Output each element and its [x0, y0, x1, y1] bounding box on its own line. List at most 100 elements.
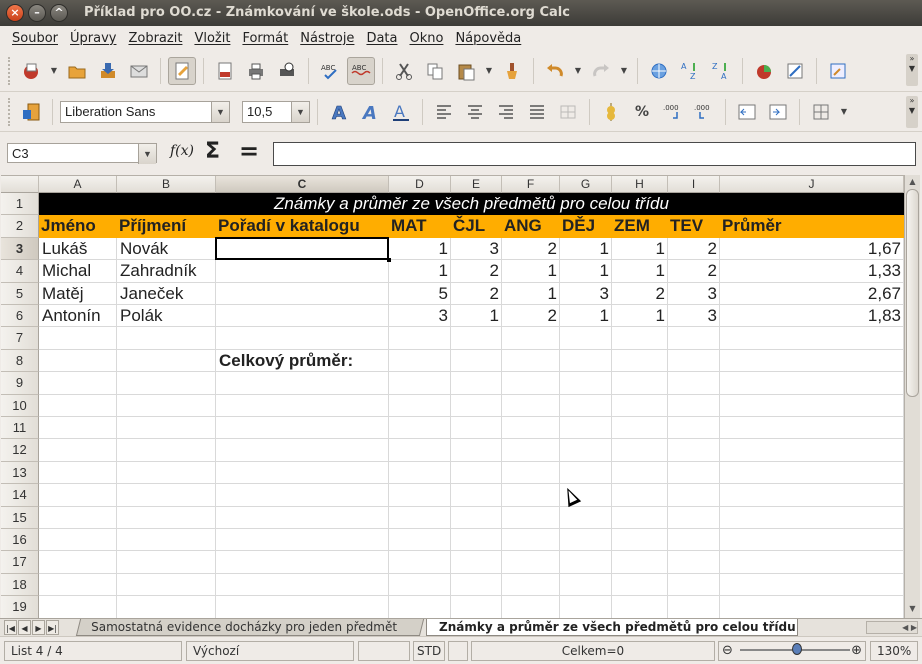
- print-preview-icon[interactable]: [273, 57, 301, 85]
- cell-average[interactable]: 1,33: [720, 260, 904, 282]
- row-header[interactable]: 3: [1, 237, 39, 261]
- redo-dropdown-icon[interactable]: ▼: [618, 57, 630, 85]
- menu-okno[interactable]: Okno: [403, 31, 449, 46]
- cell-grade[interactable]: 3: [668, 283, 720, 305]
- scroll-up-icon[interactable]: ▲: [905, 177, 920, 189]
- cell-average[interactable]: 1,83: [720, 305, 904, 327]
- cell-last-name[interactable]: Zahradník: [117, 260, 216, 282]
- menu-soubor[interactable]: Soubor: [6, 31, 64, 46]
- column-header[interactable]: B: [117, 176, 216, 193]
- spellcheck-icon[interactable]: ABC: [316, 57, 344, 85]
- cell-grade[interactable]: 1: [560, 260, 612, 282]
- row-header[interactable]: 4: [1, 260, 39, 283]
- tab-znamky-prumer[interactable]: Známky a průměr ze všech předmětů pro ce…: [426, 619, 798, 636]
- chart-icon[interactable]: [750, 57, 778, 85]
- email-icon[interactable]: [125, 57, 153, 85]
- row-header[interactable]: 16: [1, 529, 39, 552]
- row-header[interactable]: 14: [1, 484, 39, 507]
- function-button[interactable]: =: [239, 137, 259, 165]
- cell-average[interactable]: 1,67: [720, 238, 904, 260]
- toolbar-grip[interactable]: [8, 97, 14, 126]
- currency-icon[interactable]: [597, 98, 625, 126]
- menu-napoveda[interactable]: Nápověda: [449, 31, 527, 46]
- borders-dropdown-icon[interactable]: ▼: [838, 98, 850, 126]
- column-header[interactable]: E: [451, 176, 502, 193]
- column-header[interactable]: F: [502, 176, 560, 193]
- row-header[interactable]: 2: [1, 215, 39, 238]
- select-all-corner[interactable]: [1, 176, 39, 193]
- copy-icon[interactable]: [421, 57, 449, 85]
- cell-order[interactable]: [216, 305, 389, 327]
- column-header[interactable]: I: [668, 176, 720, 193]
- chevron-down-icon[interactable]: ▼: [291, 101, 309, 122]
- cell-grade[interactable]: 3: [560, 283, 612, 305]
- cell-grade[interactable]: 1: [560, 238, 612, 260]
- row-header[interactable]: 19: [1, 596, 39, 618]
- header-zem[interactable]: ZEM: [612, 215, 652, 237]
- row-header[interactable]: 13: [1, 461, 39, 485]
- menu-zobrazit[interactable]: Zobrazit: [122, 31, 188, 46]
- header-mat[interactable]: MAT: [389, 215, 429, 237]
- page-style-status[interactable]: Výchozí: [186, 641, 354, 661]
- font-size-select[interactable]: 10,5 ▼: [242, 100, 310, 123]
- save-icon[interactable]: [94, 57, 122, 85]
- row-header[interactable]: 17: [1, 551, 39, 574]
- column-header[interactable]: A: [39, 176, 117, 193]
- header-ang[interactable]: ANG: [502, 215, 544, 237]
- open-folder-icon[interactable]: [63, 57, 91, 85]
- zoom-level[interactable]: 130%: [870, 641, 918, 661]
- name-box[interactable]: C3 ▼: [7, 143, 157, 164]
- first-sheet-icon[interactable]: |◀: [4, 620, 17, 635]
- export-pdf-icon[interactable]: [211, 57, 239, 85]
- undo-dropdown-icon[interactable]: ▼: [572, 57, 584, 85]
- column-header[interactable]: G: [560, 176, 612, 193]
- italic-icon[interactable]: A: [356, 98, 384, 126]
- header-cjl[interactable]: ČJL: [451, 215, 487, 237]
- borders-icon[interactable]: [807, 98, 835, 126]
- cell-grade[interactable]: 2: [612, 283, 668, 305]
- menu-upravy[interactable]: Úpravy: [64, 31, 122, 46]
- row-header[interactable]: 12: [1, 439, 39, 462]
- font-name-select[interactable]: Liberation Sans ▼: [60, 100, 230, 123]
- zoom-in-icon[interactable]: ⊕: [851, 642, 862, 660]
- cell-order[interactable]: [216, 283, 389, 305]
- edit-file-icon[interactable]: [168, 56, 196, 85]
- redo-icon[interactable]: [587, 57, 615, 85]
- menu-format[interactable]: Formát: [236, 31, 294, 46]
- column-header[interactable]: H: [612, 176, 668, 193]
- cell-grade[interactable]: 1: [560, 305, 612, 327]
- row-header[interactable]: 15: [1, 506, 39, 529]
- function-wizard-button[interactable]: f(x): [170, 143, 194, 159]
- zoom-out-icon[interactable]: ⊖: [722, 642, 733, 660]
- header-jmeno[interactable]: Jméno: [39, 215, 98, 237]
- toolbar-overflow-icon[interactable]: » ▼: [906, 96, 918, 128]
- close-window-button[interactable]: ×: [6, 4, 24, 22]
- row-header[interactable]: 18: [1, 573, 39, 597]
- cell-grade[interactable]: 2: [502, 238, 560, 260]
- show-draw-functions-icon[interactable]: [781, 57, 809, 85]
- delete-decimal-icon[interactable]: .000: [690, 98, 718, 126]
- underline-icon[interactable]: A: [387, 98, 415, 126]
- last-sheet-icon[interactable]: ▶|: [46, 620, 59, 635]
- cell-grade[interactable]: 3: [451, 238, 502, 260]
- scroll-down-icon[interactable]: ▼: [905, 604, 920, 616]
- chevron-down-icon[interactable]: ▼: [138, 144, 156, 164]
- chevron-down-icon[interactable]: ▼: [211, 101, 229, 122]
- cut-icon[interactable]: [390, 57, 418, 85]
- fill-handle[interactable]: [387, 258, 391, 263]
- cell-last-name[interactable]: Polák: [117, 305, 216, 327]
- cell-grade[interactable]: 2: [668, 260, 720, 282]
- header-dej[interactable]: DĚJ: [560, 215, 597, 237]
- sum-button[interactable]: Σ: [205, 139, 220, 164]
- next-sheet-icon[interactable]: ▶: [32, 620, 45, 635]
- cell-average[interactable]: 2,67: [720, 283, 904, 305]
- vertical-scrollbar[interactable]: ▲ ▼: [904, 175, 920, 618]
- cell-last-name[interactable]: Janeček: [117, 283, 216, 305]
- decrease-indent-icon[interactable]: [733, 98, 761, 126]
- header-tev[interactable]: TEV: [668, 215, 705, 237]
- tab-samostatna-evidence[interactable]: Samostatná evidence docházky pro jeden p…: [75, 619, 425, 636]
- row-header[interactable]: 6: [1, 305, 39, 328]
- cell-last-name[interactable]: Novák: [117, 238, 216, 260]
- navigator-icon[interactable]: [824, 57, 852, 85]
- print-icon[interactable]: [242, 57, 270, 85]
